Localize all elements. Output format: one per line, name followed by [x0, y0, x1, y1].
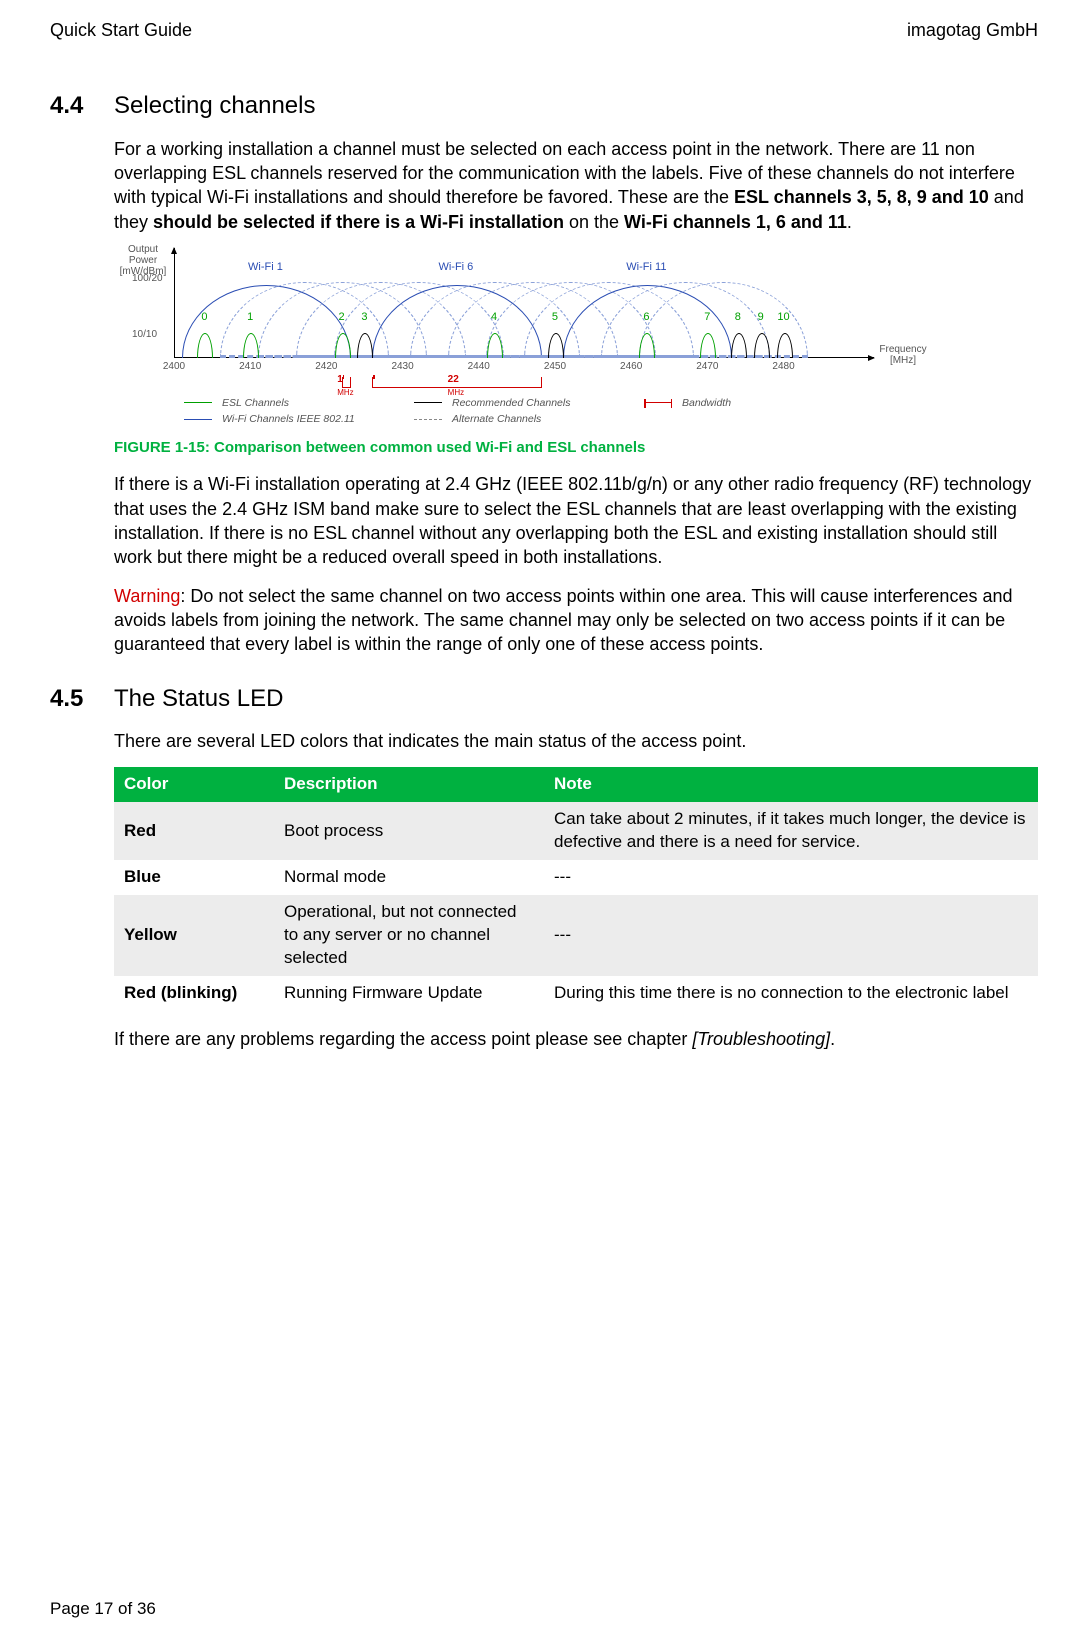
- bandwidth-label: 22MHz: [448, 373, 464, 400]
- chart-legend: ESL Channels Recommended Channels Bandwi…: [184, 396, 874, 426]
- esl-channel-label: 3: [361, 310, 367, 325]
- x-axis-arrow-icon: [868, 355, 875, 361]
- section-title: Selecting channels: [114, 90, 315, 122]
- y-axis-line: [174, 248, 175, 358]
- section-number: 4.4: [50, 90, 96, 122]
- x-tick: 2480: [772, 360, 794, 374]
- x-axis-label: Frequency [MHz]: [876, 344, 930, 366]
- header-right: imagotag GmbH: [907, 18, 1038, 42]
- esl-channel-label: 4: [491, 310, 497, 325]
- section-title: The Status LED: [114, 683, 283, 715]
- x-tick: 2410: [239, 360, 261, 374]
- th-note: Note: [544, 767, 1038, 802]
- section-4-5-heading: 4.5 The Status LED: [50, 683, 1038, 715]
- x-tick: 2450: [544, 360, 566, 374]
- channel-comparison-chart: Output Power [mW/dBm] 100/20 10/10 Frequ…: [174, 248, 874, 388]
- y-tick-10-10: 10/10: [132, 328, 157, 342]
- cell-color: Blue: [114, 860, 274, 895]
- cell-description: Normal mode: [274, 860, 544, 895]
- x-tick: 2430: [391, 360, 413, 374]
- table-header-row: Color Description Note: [114, 767, 1038, 802]
- y-tick-100-20: 100/20: [132, 272, 163, 286]
- page-header: Quick Start Guide imagotag GmbH: [50, 18, 1038, 42]
- status-led-table: Color Description Note RedBoot processCa…: [114, 767, 1038, 1011]
- cell-color: Yellow: [114, 895, 274, 976]
- cell-description: Operational, but not connected to any se…: [274, 895, 544, 976]
- bandwidth-label: 1MHz: [337, 373, 353, 400]
- warning-label: Warning: [114, 586, 180, 606]
- table-row: RedBoot processCan take about 2 minutes,…: [114, 802, 1038, 860]
- channel-comparison-figure: Output Power [mW/dBm] 100/20 10/10 Frequ…: [114, 248, 874, 426]
- esl-channel-label: 1: [247, 310, 253, 325]
- legend-alternate: Alternate Channels: [414, 412, 644, 426]
- y-axis-arrow-icon: [171, 247, 177, 254]
- cell-color: Red: [114, 802, 274, 860]
- legend-wifi: Wi-Fi Channels IEEE 802.11: [184, 412, 414, 426]
- x-tick: 2470: [696, 360, 718, 374]
- cell-note: ---: [544, 895, 1038, 976]
- wifi-channel-label: Wi-Fi 1: [248, 260, 283, 275]
- wifi-channel-label: Wi-Fi 6: [438, 260, 473, 275]
- wifi-channel-label: Wi-Fi 11: [626, 260, 666, 275]
- legend-esl: ESL Channels: [184, 396, 414, 410]
- cell-note: Can take about 2 minutes, if it takes mu…: [544, 802, 1038, 860]
- esl-channel-label: 2: [339, 310, 345, 325]
- section-number: 4.5: [50, 683, 96, 715]
- th-description: Description: [274, 767, 544, 802]
- legend-bandwidth: Bandwidth: [644, 396, 824, 410]
- sec45-intro: There are several LED colors that indica…: [114, 729, 1038, 753]
- esl-channel-label: 8: [735, 310, 741, 325]
- esl-channel-label: 0: [201, 310, 207, 325]
- x-tick: 2400: [163, 360, 185, 374]
- sec44-para-3: Warning: Do not select the same channel …: [114, 584, 1038, 657]
- x-tick: 2420: [315, 360, 337, 374]
- cell-note: ---: [544, 860, 1038, 895]
- esl-channel-label: 10: [777, 310, 789, 325]
- header-left: Quick Start Guide: [50, 18, 192, 42]
- esl-channel-label: 6: [643, 310, 649, 325]
- sec45-outro: If there are any problems regarding the …: [114, 1027, 1038, 1051]
- table-row: YellowOperational, but not connected to …: [114, 895, 1038, 976]
- x-tick: 2460: [620, 360, 642, 374]
- esl-channel-label: 9: [758, 310, 764, 325]
- x-tick: 2440: [468, 360, 490, 374]
- sec44-para-1: For a working installation a channel mus…: [114, 137, 1038, 234]
- section-4-4-heading: 4.4 Selecting channels: [50, 90, 1038, 122]
- table-row: BlueNormal mode---: [114, 860, 1038, 895]
- esl-channel-label: 7: [704, 310, 710, 325]
- cell-description: Boot process: [274, 802, 544, 860]
- cell-note: During this time there is no connection …: [544, 976, 1038, 1011]
- figure-caption: FIGURE 1-15: Comparison between common u…: [114, 438, 1038, 458]
- esl-channel-label: 5: [552, 310, 558, 325]
- table-row: Red (blinking)Running Firmware UpdateDur…: [114, 976, 1038, 1011]
- sec44-para-2: If there is a Wi-Fi installation operati…: [114, 472, 1038, 569]
- th-color: Color: [114, 767, 274, 802]
- page-footer: Page 17 of 36: [50, 1598, 156, 1621]
- cell-color: Red (blinking): [114, 976, 274, 1011]
- cell-description: Running Firmware Update: [274, 976, 544, 1011]
